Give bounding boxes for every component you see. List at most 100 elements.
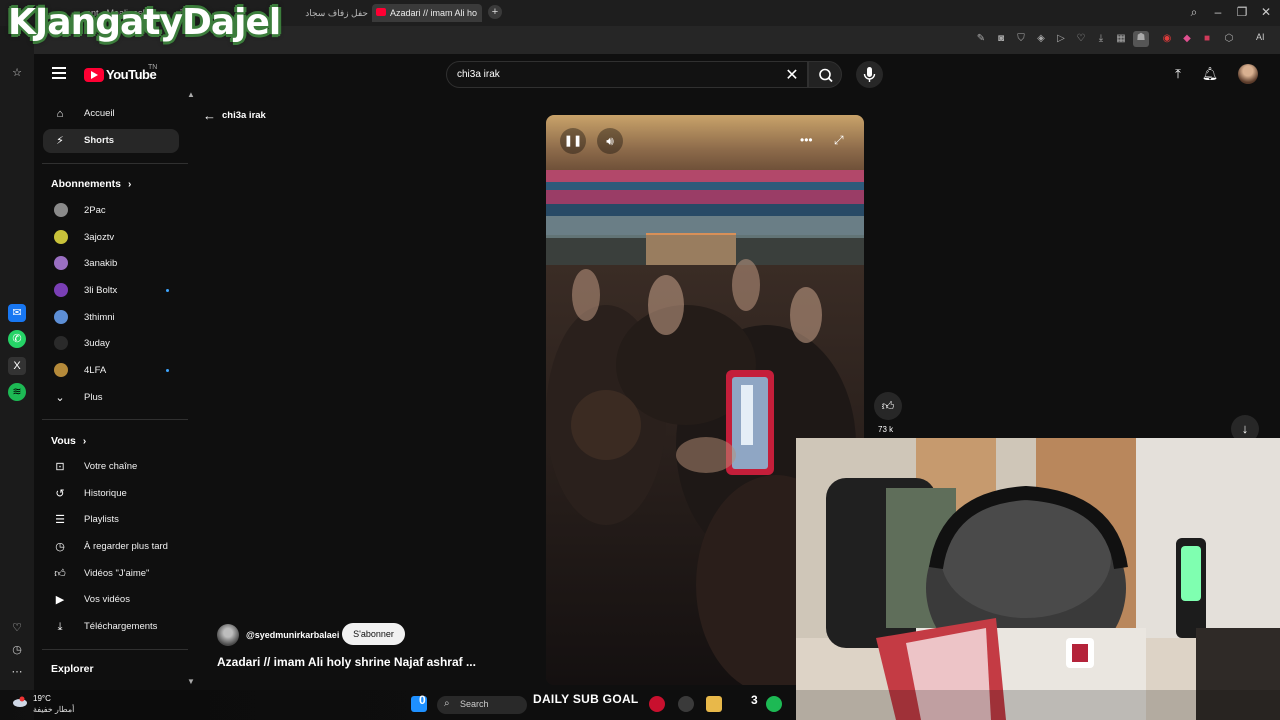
file-explorer-icon[interactable] [706,696,722,712]
sub-goal-current: 0 [419,693,426,707]
clock-icon[interactable]: ◷ [8,641,26,659]
star-icon[interactable]: ☆ [8,64,26,82]
extensions-menu-icon[interactable]: ⬡ [1222,32,1236,46]
download-icon[interactable]: ⤓ [1094,32,1108,46]
sidebar-item-subscription[interactable]: 3ajoztv [43,226,179,250]
whatsapp-icon[interactable]: ✆ [8,330,26,348]
fullscreen-icon[interactable]: ⤢ [834,133,844,148]
spotify-icon[interactable]: ≋ [8,383,26,401]
browser-tab-active[interactable]: Azadari // imam Ali ho [372,4,482,22]
sidebar-item-subscription[interactable]: 3anakib [43,252,179,276]
browser-left-rail: ☆ ✉ ✆ X ≋ ♡ ◷ ⋯ [0,26,34,720]
edit-icon[interactable]: ✎ [974,32,988,46]
new-tab-button[interactable]: + [488,5,502,19]
sidebar-item-playlists[interactable]: ☰ Playlists [43,508,179,532]
scroll-down-icon[interactable]: ▼ [187,677,195,686]
channel-handle[interactable]: @syedmunirkarbalaei [246,630,339,640]
youtube-logo[interactable]: YouTube [84,66,157,84]
notifications-bell-icon[interactable]: 🔔︎ [1201,66,1219,84]
extension-icon[interactable]: ◈ [1034,32,1048,46]
subscribe-button[interactable]: S'abonner [342,623,405,645]
you-title: Vous [51,435,76,447]
sidebar-item-liked-videos[interactable]: 👍︎ Vidéos "J'aime" [43,562,179,586]
heart-icon[interactable]: ♡ [8,619,26,637]
voice-search-button[interactable] [856,61,883,88]
your-videos-icon: ▶ [55,594,65,606]
sidebar: ⌂ Accueil ⚡︎ Shorts ▲ Abonnements › 2Pac… [42,90,195,690]
camera-icon[interactable]: ◙ [994,32,1008,46]
back-arrow-icon[interactable]: ← [203,108,216,123]
search-tabs-icon[interactable]: ⌕ [1186,5,1202,20]
sidebar-item-history[interactable]: ↺ Historique [43,482,179,506]
heart-icon[interactable]: ♡ [1074,32,1088,46]
channel-avatar [54,310,68,324]
sub-goal-target: 3 [751,693,758,707]
play-icon[interactable]: ▷ [1054,32,1068,46]
ai-button[interactable]: AI [1256,32,1265,42]
country-code: TN [148,64,158,71]
sidebar-item-subscription[interactable]: 3li Boltx [43,279,179,303]
more-options-icon[interactable]: ••• [800,133,813,147]
sidebar-item-subscription[interactable]: 2Pac [43,199,179,223]
taskbar [0,690,1280,720]
messenger-icon[interactable]: ✉ [8,304,26,322]
sidebar-item-label: 3ajoztv [84,232,115,243]
new-content-dot [166,369,169,372]
sidebar-item-label: Vos vidéos [84,594,130,605]
tab-label: Azadari // imam Ali ho [390,8,478,18]
sidebar-item-subscription[interactable]: 3uday [43,332,179,356]
browser-tab[interactable]: حفل زفاف سجاد [300,4,368,22]
maximize-button[interactable]: ❐ [1234,5,1250,19]
download-icon: ⤓ [57,621,63,633]
sidebar-item-shorts[interactable]: ⚡︎ Shorts [43,129,179,153]
opera-icon[interactable] [649,696,665,712]
pause-button[interactable]: ❚❚ [560,128,586,154]
obs-icon[interactable] [678,696,694,712]
sidebar-item-your-videos[interactable]: ▶ Vos vidéos [43,588,179,612]
search-input[interactable]: chi3a irak [446,61,808,88]
upload-icon[interactable]: ⤒ [1169,66,1187,84]
arrow-down-icon: ↓ [1241,421,1249,436]
channel-avatar[interactable] [217,624,239,646]
scroll-up-icon[interactable]: ▲ [187,90,195,99]
minimize-button[interactable]: – [1210,5,1226,19]
like-count: 73 k [878,425,894,434]
search-button[interactable] [808,61,842,88]
sidebar-item-subscription[interactable]: 4LFA [43,359,179,383]
menu-icon[interactable] [52,67,66,79]
profile-icon[interactable]: ☗ [1133,31,1149,47]
clear-search-icon[interactable]: ✕ [784,65,800,85]
extension-red-icon[interactable]: ◉ [1160,32,1174,46]
extension-crimson-icon[interactable]: ■ [1200,32,1214,46]
account-avatar[interactable] [1238,64,1258,84]
sidebar-item-downloads[interactable]: ⤓ Téléchargements [43,615,179,639]
youtube-play-icon [84,68,104,82]
sidebar-item-home[interactable]: ⌂ Accueil [43,102,179,126]
you-heading[interactable]: Vous › [51,435,86,447]
extension-pink-icon[interactable]: ◆ [1180,32,1194,46]
x-icon[interactable]: X [8,357,26,375]
more-icon[interactable]: ⋯ [8,663,26,681]
spotify-icon[interactable] [766,696,782,712]
new-content-dot [166,289,169,292]
channel-avatar [54,283,68,297]
like-button[interactable]: 👍︎ [874,392,902,420]
shield-icon[interactable]: ⛉ [1014,32,1028,46]
search-icon: ⌕ [444,698,450,709]
short-title[interactable]: Azadari // imam Ali holy shrine Najaf as… [217,655,476,669]
sidebar-item-watch-later[interactable]: ◷ À regarder plus tard [43,535,179,559]
subscriptions-title: Abonnements [51,178,122,190]
webcam-overlay [796,438,1280,720]
sidebar-item-subscription[interactable]: 3thimni [43,306,179,330]
watch-later-icon: ◷ [55,541,65,553]
channel-avatar [54,363,68,377]
subscriptions-heading[interactable]: Abonnements › [51,178,131,190]
sidebar-item-label: Votre chaîne [84,461,138,472]
weather-temperature: 19°C [33,694,51,703]
sidebar-item-more[interactable]: ⌄ Plus [43,386,179,410]
volume-button[interactable]: 🔊︎ [597,128,623,154]
sidebar-item-your-channel[interactable]: ⊡ Votre chaîne [43,455,179,479]
sidebar-item-label: À regarder plus tard [84,541,168,552]
close-window-button[interactable]: ✕ [1258,5,1274,19]
grid-icon[interactable]: ▦ [1114,32,1128,46]
